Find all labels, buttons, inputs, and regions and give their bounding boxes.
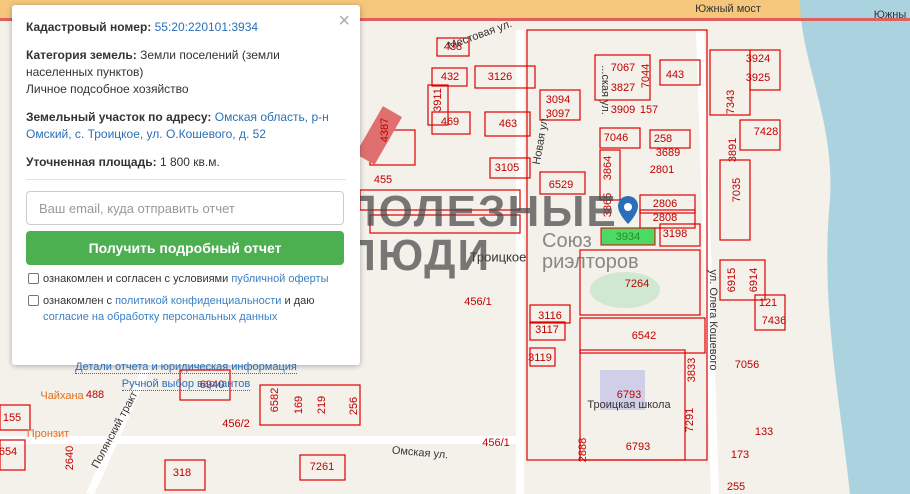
river <box>800 0 910 494</box>
manual-selection-link[interactable]: Ручной выбор вариантов <box>121 378 251 391</box>
parcel-label[interactable]: 3925 <box>746 72 770 84</box>
cadastral-label: Кадастровый номер: <box>26 20 152 34</box>
watermark-logo: Союз <box>542 230 592 252</box>
parcel-label[interactable]: 7343 <box>725 90 737 114</box>
parcel-label[interactable]: 256 <box>348 397 360 415</box>
personal-data-consent-link[interactable]: согласие на обработку персональных данны… <box>43 311 277 323</box>
parcel-label[interactable]: 7436 <box>762 315 786 327</box>
parcel-label[interactable]: 7067 <box>611 62 635 74</box>
parcel-label[interactable]: 3116 <box>538 310 562 322</box>
parcel-label[interactable]: 2888 <box>577 438 589 462</box>
street-label: Южный мост <box>695 3 761 15</box>
parcel-label[interactable]: 318 <box>173 467 191 479</box>
land-use-value: Личное подсобное хозяйство <box>26 82 189 96</box>
consent-text: ознакомлен с <box>43 295 116 307</box>
area-label: Уточненная площадь: <box>26 155 157 169</box>
parcel-info-popup: × Кадастровый номер: 55:20:220101:3934 К… <box>12 5 360 391</box>
parcel-label[interactable]: 3198 <box>663 228 687 240</box>
parcel-label[interactable]: 3833 <box>686 358 698 382</box>
parcel-label[interactable]: 3094 <box>546 94 570 106</box>
parcel-label[interactable]: 255 <box>727 481 745 493</box>
parcel-label[interactable]: 7261 <box>310 461 334 473</box>
parcel-label[interactable]: 3117 <box>535 324 559 336</box>
parcel-label[interactable]: 2808 <box>653 212 677 224</box>
place-label: Троицкая школа <box>587 399 671 411</box>
parcel-label[interactable]: 6793 <box>626 441 650 453</box>
consent-text: ознакомлен и согласен с условиями <box>43 273 232 285</box>
parcel-label[interactable]: 3864 <box>602 156 614 180</box>
parcel-label[interactable]: 654 <box>0 446 17 458</box>
parcel-label[interactable]: 219 <box>316 396 328 414</box>
selected-parcel-label[interactable]: 3934 <box>616 231 640 243</box>
public-offer-link[interactable]: публичной оферты <box>231 273 328 285</box>
offer-checkbox[interactable] <box>28 273 39 284</box>
watermark-logo: ПОЛЕЗНЫЕ <box>345 187 618 236</box>
get-report-button[interactable]: Получить подробный отчет <box>26 231 344 265</box>
privacy-checkbox[interactable] <box>28 295 39 306</box>
parcel-label[interactable]: 4387 <box>379 118 391 142</box>
parcel-label[interactable]: 169 <box>293 396 305 414</box>
parcel-label[interactable]: 6542 <box>632 330 656 342</box>
close-icon[interactable]: × <box>338 10 350 33</box>
parcel-label[interactable]: 3105 <box>495 162 519 174</box>
parcel-label[interactable]: 469 <box>441 116 459 128</box>
parcel-label[interactable]: 121 <box>759 297 777 309</box>
parcel-label[interactable]: 456/1 <box>464 296 492 308</box>
parcel-label[interactable]: 7428 <box>754 126 778 138</box>
street-label: ...ская ул. <box>599 65 611 115</box>
parcel-label[interactable]: 2806 <box>653 198 677 210</box>
street-label: Южны <box>873 9 907 21</box>
parcel-label[interactable]: 7264 <box>625 278 649 290</box>
parcel-label[interactable]: 155 <box>3 412 21 424</box>
parcel-label[interactable]: 3891 <box>727 138 739 162</box>
parcel-label[interactable]: 3911 <box>432 88 444 112</box>
parcel-label[interactable]: 258 <box>654 133 672 145</box>
parcel-label[interactable]: 157 <box>640 104 658 116</box>
parcel-label[interactable]: 173 <box>731 449 749 461</box>
area-value: 1 800 кв.м. <box>159 155 220 169</box>
parcel-label[interactable]: 7035 <box>731 178 743 202</box>
parcel-label[interactable]: 7291 <box>684 408 696 432</box>
parcel-label[interactable]: 7044 <box>640 64 652 88</box>
category-label: Категория земель: <box>26 48 137 62</box>
cadastral-number-link[interactable]: 55:20:220101:3934 <box>155 20 258 34</box>
parcel-label[interactable]: 3924 <box>746 53 770 65</box>
parcel-label[interactable]: 463 <box>499 118 517 130</box>
street-label: ул. Олега Кошевого <box>707 269 719 371</box>
parcel-label[interactable]: 6915 <box>726 268 738 292</box>
parcel-label[interactable]: 443 <box>666 69 684 81</box>
place-label: Пронзит <box>26 428 70 440</box>
parcel-label[interactable]: 6914 <box>748 268 760 292</box>
watermark-logo: риэлторов <box>542 251 639 273</box>
watermark-logo: ЛЮДИ <box>345 231 492 280</box>
privacy-policy-link[interactable]: политикой конфиденциальности <box>115 295 281 307</box>
parcel-label[interactable]: 2640 <box>64 446 76 470</box>
parcel-label[interactable]: 3119 <box>528 352 552 364</box>
parcel-label[interactable]: 3827 <box>611 82 635 94</box>
parcel-label[interactable]: 3689 <box>656 147 680 159</box>
report-details-link[interactable]: Детали отчета и юридическая информация <box>75 361 297 374</box>
parcel-label[interactable]: 2801 <box>650 164 674 176</box>
parcel-label[interactable]: 456/1 <box>482 437 510 449</box>
parcel-label[interactable]: 7056 <box>735 359 759 371</box>
address-label: Земельный участок по адресу: <box>26 110 212 124</box>
parcel-label[interactable]: 3909 <box>611 104 635 116</box>
parcel-label[interactable]: 455 <box>374 174 392 186</box>
divider <box>26 179 346 180</box>
parcel-label[interactable]: 7046 <box>604 132 628 144</box>
parcel-label[interactable]: 432 <box>441 71 459 83</box>
parcel-label[interactable]: 3126 <box>488 71 512 83</box>
parcel-label[interactable]: 133 <box>755 426 773 438</box>
email-input[interactable]: Ваш email, куда отправить отчет <box>26 191 344 225</box>
consent-text: и даю <box>281 295 315 307</box>
parcel-label[interactable]: 456/2 <box>222 418 250 430</box>
